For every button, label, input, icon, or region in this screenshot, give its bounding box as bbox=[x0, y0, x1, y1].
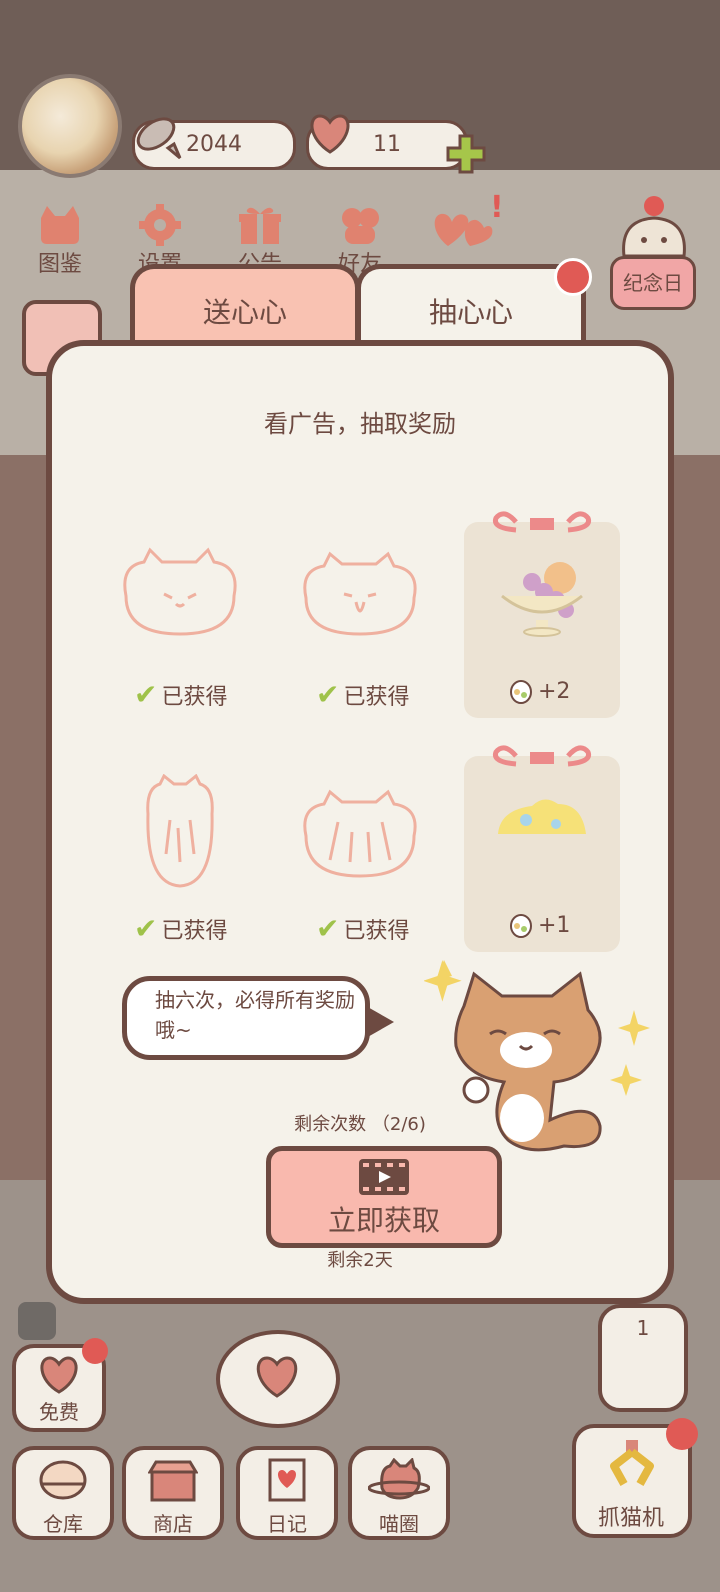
obtained-label-1: ✔ 已获得 bbox=[134, 678, 228, 711]
obtained-label-2: ✔ 已获得 bbox=[316, 678, 410, 711]
storage-label: 仓库 bbox=[43, 1512, 83, 1536]
fish-count: 2044 bbox=[186, 132, 242, 157]
claw-count: 1 bbox=[636, 1316, 650, 1340]
circle-button[interactable]: 喵圈 bbox=[348, 1446, 450, 1540]
storage-button[interactable]: 仓库 bbox=[12, 1446, 114, 1540]
cake-icon bbox=[622, 196, 686, 258]
nav-cat-book[interactable]: 图鉴 bbox=[20, 200, 100, 280]
fruit-bowl-icon bbox=[492, 511, 592, 637]
gear-icon bbox=[139, 204, 181, 246]
exclaim-icon: ! bbox=[490, 190, 504, 225]
reward-card-fruit: +2 bbox=[464, 511, 620, 718]
cat-planet-icon bbox=[368, 1458, 430, 1500]
egg-icon bbox=[510, 914, 532, 938]
speech-text: 抽六次，必得所有奖励哦~ bbox=[155, 988, 355, 1042]
check-icon: ✔ bbox=[134, 678, 158, 711]
gift-icon bbox=[239, 207, 281, 244]
obtained-label-3: ✔ 已获得 bbox=[134, 912, 228, 945]
claw-notification-dot bbox=[666, 1418, 698, 1450]
claw-icon bbox=[610, 1440, 654, 1486]
shop-button[interactable]: 商店 bbox=[122, 1446, 224, 1540]
claw-label: 抓猫机 bbox=[597, 1506, 664, 1531]
reward-card-food: +1 bbox=[464, 745, 620, 952]
obtained-label-4: ✔ 已获得 bbox=[316, 912, 410, 945]
fish-icon bbox=[130, 108, 186, 168]
reward-amount-2: +1 bbox=[508, 912, 570, 938]
check-icon: ✔ bbox=[316, 912, 340, 945]
diary-button[interactable]: 日记 bbox=[236, 1446, 338, 1540]
speech-bubble: 抽六次，必得所有奖励哦~ bbox=[122, 976, 370, 1060]
cat-mascot bbox=[423, 950, 654, 1174]
speech-tail bbox=[366, 1006, 394, 1038]
circle-label: 喵圈 bbox=[379, 1512, 419, 1536]
heart-icon bbox=[40, 1356, 78, 1394]
anniversary-button[interactable]: 纪念日 bbox=[610, 190, 698, 314]
diary-icon bbox=[268, 1458, 306, 1502]
heart-speech-button[interactable] bbox=[216, 1330, 340, 1428]
nav-label: 图鉴 bbox=[37, 252, 82, 277]
egg-icon bbox=[510, 680, 532, 704]
cat-face-sketch-2 bbox=[298, 550, 422, 646]
heart-pair-icon[interactable] bbox=[430, 206, 494, 254]
tab-notification-dot bbox=[554, 258, 592, 296]
free-notification-dot bbox=[82, 1338, 108, 1364]
cat-face-sketch-4 bbox=[296, 786, 424, 886]
get-now-label: 立即获取 bbox=[327, 1204, 440, 1237]
cat-face-sketch-1 bbox=[116, 546, 244, 646]
claw-count-box: 1 bbox=[598, 1304, 688, 1412]
heart-count: 11 bbox=[373, 132, 401, 157]
modal-subtitle: 看广告，抽取奖励 bbox=[264, 410, 456, 438]
check-icon: ✔ bbox=[134, 912, 158, 945]
draw-hearts-modal: 看广告，抽取奖励 ✔ 已获得 ✔ 已获得 +2 ✔ 已获得 ✔ 已获得 +1 抽… bbox=[46, 340, 674, 1304]
video-icon bbox=[359, 1159, 409, 1195]
omelette-icon bbox=[492, 745, 592, 834]
free-label: 免费 bbox=[39, 1400, 79, 1424]
storage-icon bbox=[39, 1460, 87, 1500]
cat-book-icon bbox=[41, 206, 79, 244]
cat-face-sketch-3 bbox=[140, 773, 220, 894]
add-heart-icon[interactable] bbox=[444, 132, 488, 180]
heart-icon bbox=[256, 1356, 298, 1398]
cloud-toggle-icon[interactable] bbox=[18, 1302, 56, 1340]
diary-label: 日记 bbox=[267, 1512, 307, 1536]
heart-icon bbox=[304, 108, 356, 160]
reward-amount-1: +2 bbox=[508, 678, 570, 704]
avatar[interactable] bbox=[18, 74, 122, 178]
anniversary-label: 纪念日 bbox=[610, 256, 696, 310]
shop-icon bbox=[148, 1460, 198, 1502]
remaining-count: 剩余次数 （2/6) bbox=[294, 1114, 426, 1135]
get-now-button[interactable]: 立即获取 bbox=[266, 1146, 502, 1248]
remaining-days: 剩余2天 bbox=[327, 1250, 393, 1271]
check-icon: ✔ bbox=[316, 678, 340, 711]
friends-icon bbox=[342, 208, 379, 244]
shop-label: 商店 bbox=[153, 1512, 193, 1536]
